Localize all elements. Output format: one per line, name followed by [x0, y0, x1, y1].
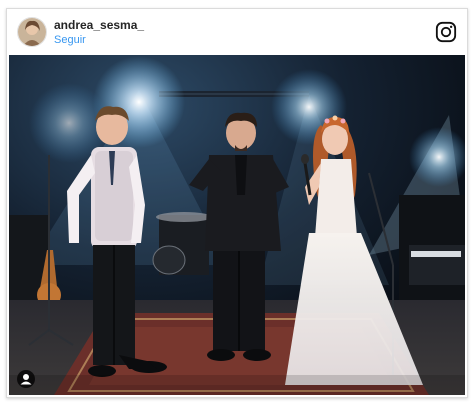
- instagram-embed-card: andrea_sesma_ Seguir: [6, 8, 468, 398]
- username[interactable]: andrea_sesma_: [54, 18, 144, 32]
- follow-link[interactable]: Seguir: [54, 34, 86, 46]
- post-header: andrea_sesma_ Seguir: [7, 9, 467, 55]
- instagram-icon[interactable]: [435, 21, 457, 43]
- avatar[interactable]: [17, 17, 47, 47]
- avatar-image: [18, 18, 46, 46]
- post-photo[interactable]: [9, 55, 465, 395]
- user-tag-icon[interactable]: [17, 370, 35, 388]
- stage-scene: [9, 55, 465, 395]
